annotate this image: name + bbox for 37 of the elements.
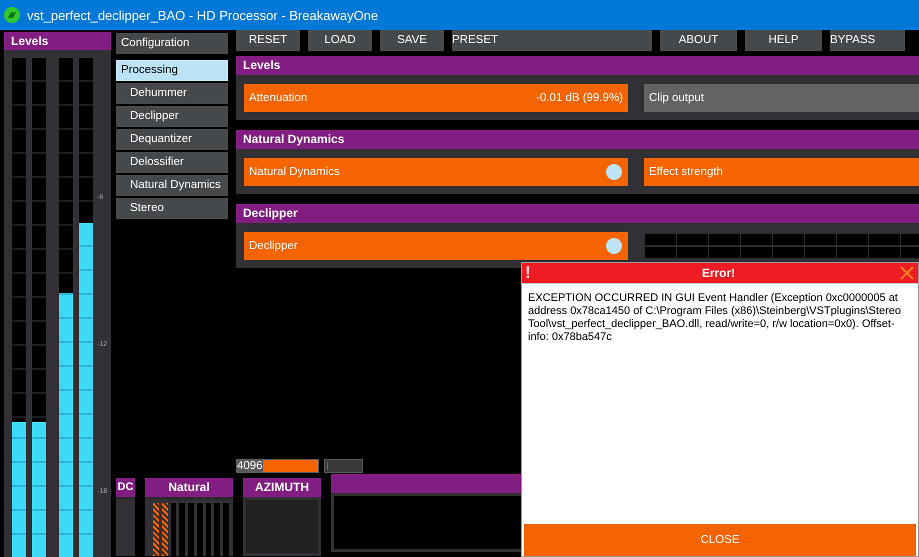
preset-field[interactable]: PRESET bbox=[452, 30, 652, 51]
nav-item[interactable]: Declipper bbox=[116, 106, 228, 127]
nav-item[interactable]: Dehummer bbox=[116, 83, 228, 104]
close-icon[interactable] bbox=[900, 266, 914, 280]
toggle-knob bbox=[606, 238, 622, 254]
section-header: Natural Dynamics bbox=[236, 130, 919, 149]
nav-item[interactable]: Natural Dynamics bbox=[116, 175, 228, 196]
nav-item[interactable]: Stereo bbox=[116, 198, 228, 219]
toolbar-button[interactable]: LOAD bbox=[308, 30, 372, 51]
slider-label: Effect strength bbox=[648, 166, 724, 178]
toggle-switch[interactable]: Clip output bbox=[644, 84, 919, 112]
nav-item[interactable]: Processing bbox=[116, 60, 228, 81]
meter-panel bbox=[116, 497, 135, 556]
nav-item[interactable]: Delossifier bbox=[116, 152, 228, 173]
panel-title: Levels bbox=[4, 32, 111, 50]
toolbar-button[interactable]: SAVE bbox=[380, 30, 444, 51]
panel-title: AZIMUTH bbox=[243, 478, 321, 497]
section-header: Levels bbox=[236, 56, 919, 75]
nav-item[interactable]: Dequantizer bbox=[116, 129, 228, 150]
bypass-toggle[interactable]: BYPASS bbox=[830, 30, 905, 51]
toolbar-button[interactable]: RESET bbox=[236, 30, 300, 51]
toolbar-button[interactable]: ABOUT bbox=[660, 30, 737, 51]
slider-label: Attenuation bbox=[248, 92, 308, 104]
error-message: EXCEPTION OCCURRED IN GUI Event Handler (Exception 0xc0000005 at address 0x78ca1450 of C:\Program Files (x86)\Steinberg\VSTplugins\Stereo Tool\vst_perfect_declipper_BAO.dll, read/write=0, r/w location=0x0). Offset-info: 0x78ba547c bbox=[527, 291, 902, 345]
nav-item[interactable]: Configuration bbox=[116, 33, 228, 54]
slider-value: -0.01 dB (99.9%) bbox=[535, 92, 624, 104]
toolbar-button[interactable]: HELP bbox=[745, 30, 822, 51]
alert-icon: ! bbox=[522, 263, 537, 283]
toggle-knob bbox=[606, 164, 622, 180]
window-title: vst_perfect_declipper_BAO - HD Processor - BreakawayOne bbox=[27, 8, 378, 22]
small-slider[interactable] bbox=[324, 459, 363, 473]
section-header: Declipper bbox=[236, 204, 919, 223]
app-logo-icon bbox=[4, 7, 20, 23]
dialog-title: Error! bbox=[700, 266, 736, 280]
buffer-value: 4096 bbox=[236, 459, 263, 473]
panel-title: Natural bbox=[145, 478, 233, 497]
panel-title: DC bbox=[116, 478, 135, 497]
